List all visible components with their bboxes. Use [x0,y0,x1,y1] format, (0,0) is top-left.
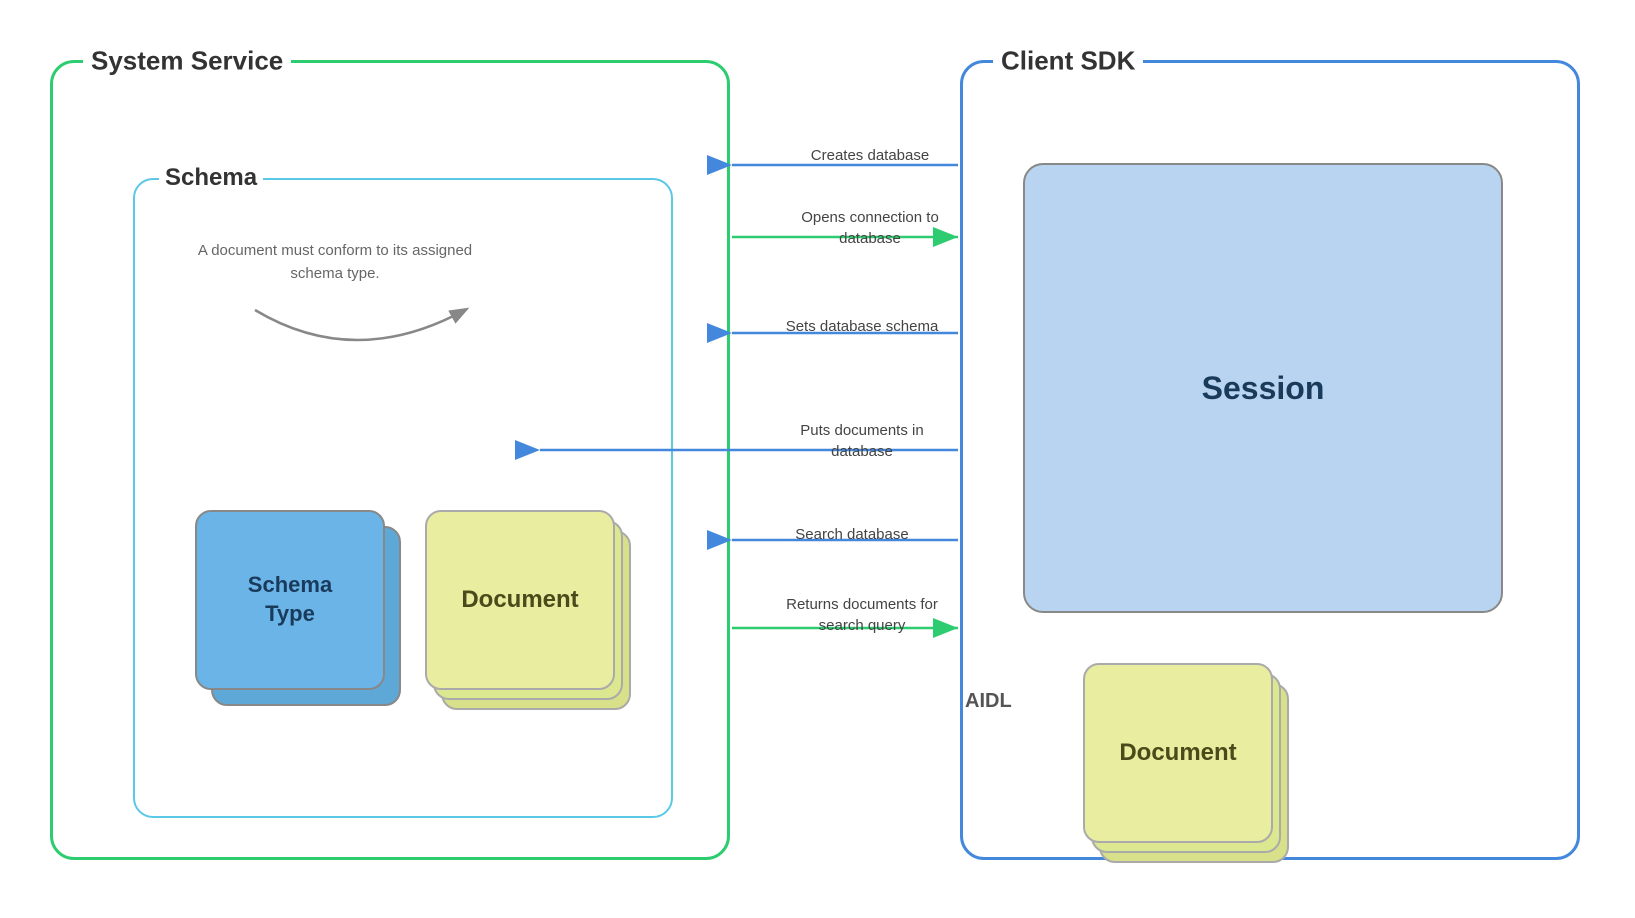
system-service-label: System Service [83,46,291,77]
document-stack-schema: Document [425,510,635,720]
client-sdk-label: Client SDK [993,46,1143,77]
arrow-label-sets-schema: Sets database schema [762,316,962,337]
client-document-text: Document [1119,739,1236,767]
document-stack-client: Document [1083,663,1293,873]
aidl-label: AIDL [965,690,1012,713]
session-text: Session [1202,370,1325,407]
arrow-label-returns-documents: Returns documents forsearch query [762,594,962,636]
schema-type-text: SchemaType [248,571,332,628]
arrow-label-creates-db: Creates database [780,145,960,166]
schema-label: Schema [159,164,263,192]
arrow-label-search-db: Search database [762,524,942,545]
schema-box: Schema A document must conform to its as… [133,178,673,818]
arrow-label-puts-documents: Puts documents indatabase [762,420,962,462]
session-card: Session [1023,163,1503,613]
arrow-label-opens-connection: Opens connection todatabase [780,207,960,249]
diagram-container: System Service Schema A document must co… [0,0,1635,918]
document-card-front: Document [425,510,615,690]
client-doc-front: Document [1083,663,1273,843]
schema-type-stack: SchemaType [195,510,395,710]
system-service-box: System Service Schema A document must co… [50,60,730,860]
schema-curved-arrow [195,290,515,370]
client-sdk-box: Client SDK Session Document [960,60,1580,860]
document-text-schema: Document [461,586,578,614]
schema-type-card-front: SchemaType [195,510,385,690]
schema-description: A document must conform to its assigned … [195,240,475,285]
